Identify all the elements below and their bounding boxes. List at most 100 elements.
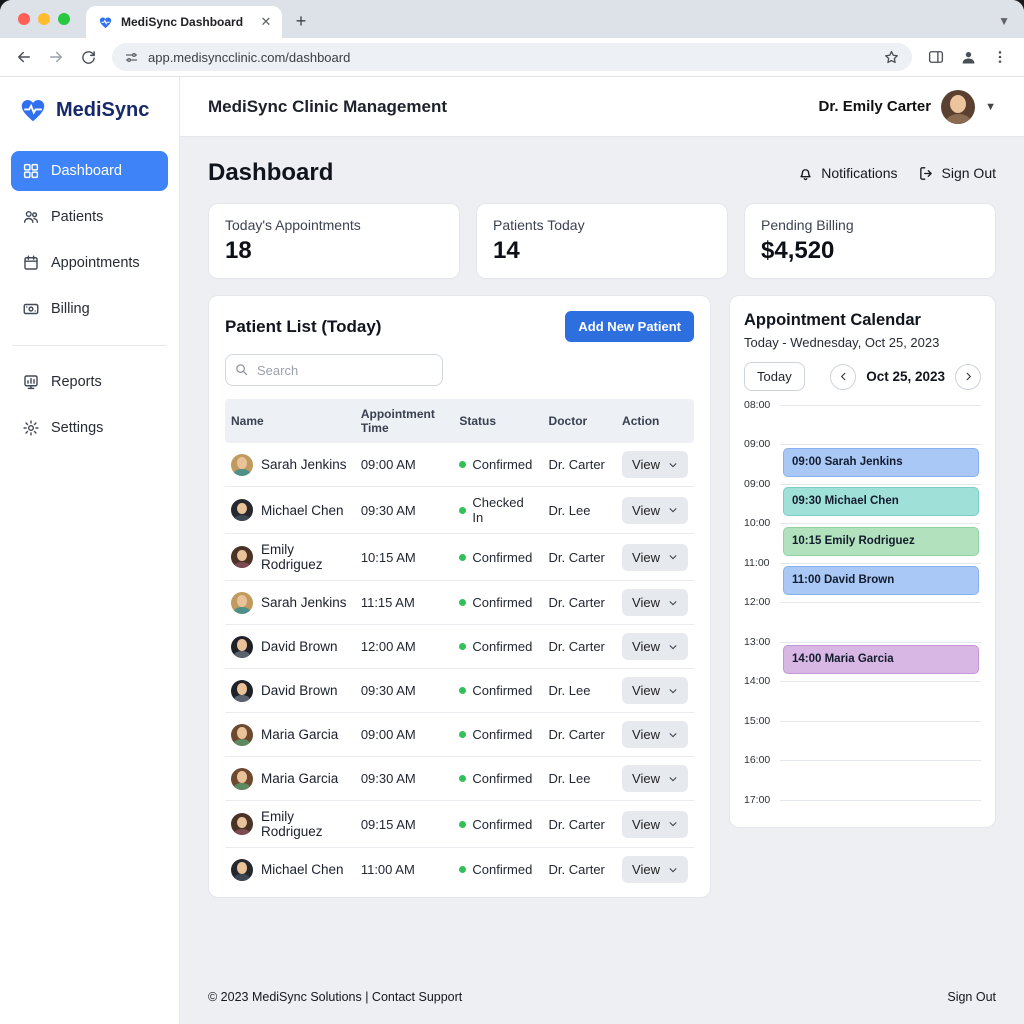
sidebar: MediSync Dashboard Patients Appointments… (0, 77, 180, 1024)
browser-menu-button[interactable] (986, 43, 1014, 71)
reload-button[interactable] (74, 43, 102, 71)
table-row: David Brown 12:00 AM Confirmed Dr. Carte… (225, 625, 694, 669)
patient-name: Sarah Jenkins (261, 595, 347, 610)
status-label: Confirmed (472, 595, 532, 610)
patient-name: David Brown (261, 683, 338, 698)
patient-avatar (231, 454, 253, 476)
patient-name: Emily Rodriguez (261, 542, 349, 572)
user-menu[interactable]: Dr. Emily Carter ▼ (819, 90, 996, 124)
calendar-event[interactable]: 11:00 David Brown (783, 566, 979, 595)
view-button[interactable]: View (622, 765, 688, 792)
chevron-down-icon (668, 642, 678, 652)
calendar-event[interactable]: 14:00 Maria Garcia (783, 645, 979, 674)
table-row: Sarah Jenkins 11:15 AM Confirmed Dr. Car… (225, 581, 694, 625)
calendar-event[interactable]: 10:15 Emily Rodriguez (783, 527, 979, 556)
time-label: 13:00 (744, 636, 776, 648)
user-name: Dr. Emily Carter (819, 98, 932, 115)
calendar-next-button[interactable] (955, 364, 981, 390)
add-new-patient-button[interactable]: Add New Patient (565, 311, 694, 342)
sidebar-item-label: Billing (51, 301, 90, 317)
time-label: 14:00 (744, 675, 776, 687)
browser-toolbar: app.medisyncclinic.com/dashboard (0, 38, 1024, 77)
minimize-window-button[interactable] (38, 13, 50, 25)
patient-name: Maria Garcia (261, 771, 338, 786)
sidebar-item-dashboard[interactable]: Dashboard (11, 151, 168, 191)
chevron-down-icon (668, 552, 678, 562)
status-dot (459, 866, 466, 873)
site-info-icon[interactable] (124, 50, 139, 65)
close-window-button[interactable] (18, 13, 30, 25)
main-area: MediSync Clinic Management Dr. Emily Car… (180, 77, 1024, 1024)
back-button[interactable] (10, 43, 38, 71)
side-panel-button[interactable] (922, 43, 950, 71)
time-label: 09:00 (744, 478, 776, 490)
view-button[interactable]: View (622, 589, 688, 616)
view-button[interactable]: View (622, 451, 688, 478)
medisync-logo-icon (18, 95, 48, 125)
sidebar-item-label: Patients (51, 209, 103, 225)
patient-list-title: Patient List (Today) (225, 317, 381, 337)
chevron-down-icon (668, 686, 678, 696)
settings-icon (22, 419, 40, 437)
view-button[interactable]: View (622, 544, 688, 571)
tab-search-chevron-icon[interactable]: ▼ (998, 14, 1010, 28)
page-title: Dashboard (208, 159, 333, 187)
page-footer: © 2023 MediSync Solutions | Contact Supp… (208, 976, 996, 1012)
doctor-name: Dr. Carter (543, 625, 617, 669)
patient-name: Maria Garcia (261, 727, 338, 742)
billing-icon (22, 300, 40, 318)
view-button[interactable]: View (622, 497, 688, 524)
search-input[interactable] (225, 354, 443, 386)
stat-label: Today's Appointments (225, 217, 443, 233)
status-dot (459, 821, 466, 828)
sidebar-item-billing[interactable]: Billing (11, 289, 168, 329)
stat-value: $4,520 (761, 237, 979, 265)
stat-value: 18 (225, 237, 443, 265)
view-button[interactable]: View (622, 677, 688, 704)
stat-value: 14 (493, 237, 711, 265)
zoom-window-button[interactable] (58, 13, 70, 25)
footer-sign-out-link[interactable]: Sign Out (947, 990, 996, 1004)
view-button[interactable]: View (622, 721, 688, 748)
sign-out-button[interactable]: Sign Out (918, 165, 996, 182)
app-title: MediSync Clinic Management (208, 97, 447, 117)
sidebar-item-reports[interactable]: Reports (11, 362, 168, 402)
sidebar-item-label: Appointments (51, 255, 140, 271)
notifications-button[interactable]: Notifications (797, 165, 897, 182)
calendar-event[interactable]: 09:30 Michael Chen (783, 487, 979, 516)
time-label: 16:00 (744, 754, 776, 766)
browser-window: MediSync Dashboard ✕ + ▼ app.medisynccli… (0, 0, 1024, 1024)
calendar-prev-button[interactable] (830, 364, 856, 390)
doctor-name: Dr. Lee (543, 757, 617, 801)
chevron-down-icon (668, 730, 678, 740)
patient-name: Emily Rodriguez (261, 809, 349, 839)
view-button[interactable]: View (622, 811, 688, 838)
table-row: David Brown 09:30 AM Confirmed Dr. Lee V… (225, 669, 694, 713)
patient-avatar (231, 546, 253, 568)
address-bar[interactable]: app.medisyncclinic.com/dashboard (112, 43, 912, 71)
view-button[interactable]: View (622, 856, 688, 883)
table-row: Emily Rodriguez 09:15 AM Confirmed Dr. C… (225, 801, 694, 848)
view-button[interactable]: View (622, 633, 688, 660)
user-menu-chevron-down-icon: ▼ (985, 101, 996, 113)
appointment-time: 11:15 AM (355, 581, 454, 625)
browser-tab[interactable]: MediSync Dashboard ✕ (86, 6, 282, 38)
status-label: Confirmed (472, 817, 532, 832)
forward-button[interactable] (42, 43, 70, 71)
status-dot (459, 461, 466, 468)
tab-title: MediSync Dashboard (121, 15, 250, 29)
sidebar-item-appointments[interactable]: Appointments (11, 243, 168, 283)
calendar-event[interactable]: 09:00 Sarah Jenkins (783, 448, 979, 477)
new-tab-button[interactable]: + (288, 8, 314, 34)
status-label: Checked In (472, 495, 536, 525)
bookmark-star-icon[interactable] (883, 49, 900, 66)
today-button[interactable]: Today (744, 362, 805, 391)
profile-button[interactable] (954, 43, 982, 71)
tab-close-icon[interactable]: ✕ (258, 14, 274, 30)
column-header-status: Status (453, 399, 542, 443)
time-label: 17:00 (744, 794, 776, 806)
sidebar-item-patients[interactable]: Patients (11, 197, 168, 237)
appointment-time: 12:00 AM (355, 625, 454, 669)
sidebar-item-settings[interactable]: Settings (11, 408, 168, 448)
calendar-subtitle: Today - Wednesday, Oct 25, 2023 (744, 335, 981, 350)
